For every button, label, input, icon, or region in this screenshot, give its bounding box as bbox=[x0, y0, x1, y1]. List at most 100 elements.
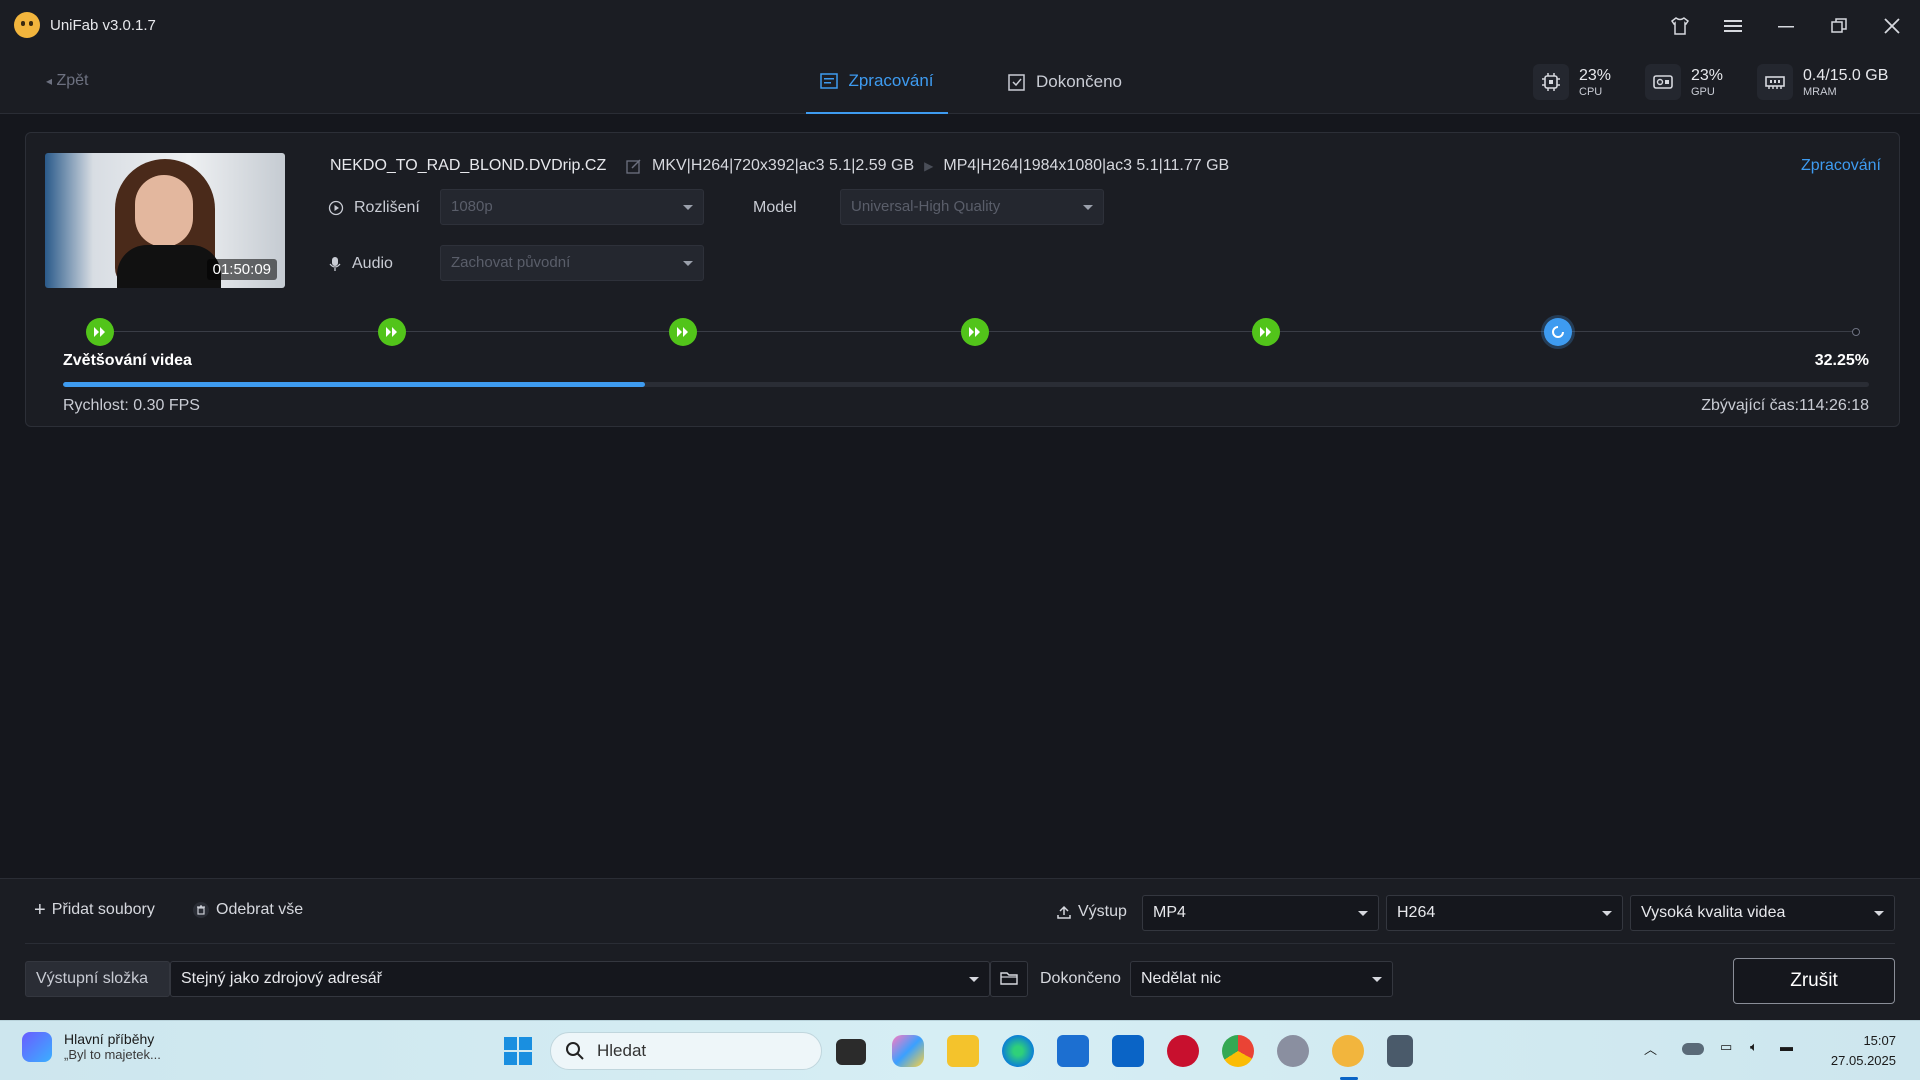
video-thumbnail[interactable]: 01:50:09 bbox=[45, 153, 285, 288]
cpu-label: CPU bbox=[1579, 86, 1603, 98]
on-complete-label: Dokončeno bbox=[1040, 970, 1121, 987]
remove-all-button[interactable]: Odebrat vše bbox=[192, 901, 303, 919]
file-explorer-icon[interactable] bbox=[947, 1035, 979, 1067]
windows-start-icon[interactable] bbox=[502, 1035, 534, 1067]
title-bar: UniFab v3.0.1.7 bbox=[0, 0, 1920, 50]
model-label: Model bbox=[753, 199, 797, 216]
news-subtitle: „Byl to majetek... bbox=[64, 1047, 161, 1062]
onedrive-icon[interactable] bbox=[1682, 1043, 1704, 1055]
mram-stat: 0.4/15.0 GB MRAM bbox=[1757, 60, 1888, 104]
step-complete-icon bbox=[1252, 318, 1280, 346]
calculator-icon[interactable] bbox=[1387, 1035, 1413, 1067]
trash-icon bbox=[193, 902, 209, 918]
speed-text: Rychlost: 0.30 FPS bbox=[63, 397, 200, 414]
edge-icon[interactable] bbox=[1002, 1035, 1034, 1067]
news-widget[interactable]: Hlavní příběhy „Byl to majetek... bbox=[22, 1031, 161, 1062]
output-folder-select[interactable]: Stejný jako zdrojový adresář bbox=[170, 961, 990, 997]
remaining-time: Zbývající čas:114:26:18 bbox=[1701, 397, 1869, 414]
tab-completed-label: Dokončeno bbox=[1036, 72, 1123, 91]
output-folder-value: Stejný jako zdrojový adresář bbox=[181, 970, 382, 987]
model-value: Universal-High Quality bbox=[851, 198, 1001, 215]
output-folder-label: Výstupní složka bbox=[25, 961, 170, 997]
chevron-down-icon bbox=[1358, 911, 1368, 916]
output-codec-value: H264 bbox=[1397, 904, 1436, 921]
volume-icon[interactable]: 🔈︎ bbox=[1750, 1039, 1758, 1055]
chevron-down-icon bbox=[1602, 911, 1612, 916]
app-gear-icon[interactable] bbox=[1277, 1035, 1309, 1067]
chevron-down-icon bbox=[683, 205, 693, 210]
output-format-select[interactable]: MP4 bbox=[1142, 895, 1379, 931]
remove-all-label: Odebrat vše bbox=[216, 901, 304, 918]
progress-percent: 32.25% bbox=[1814, 352, 1869, 369]
chevron-up-icon[interactable]: ︿ bbox=[1644, 1039, 1657, 1058]
menu-icon[interactable] bbox=[1717, 10, 1749, 42]
taskbar-search[interactable]: Hledat bbox=[550, 1032, 822, 1070]
mram-value: 0.4/15.0 GB bbox=[1803, 67, 1889, 84]
windows-taskbar: Hlavní příběhy „Byl to majetek... Hledat… bbox=[0, 1020, 1920, 1080]
tshirt-icon[interactable] bbox=[1664, 10, 1696, 42]
news-title: Hlavní příběhy bbox=[64, 1031, 155, 1047]
cpu-stat: 23% CPU bbox=[1533, 60, 1611, 104]
step-pending-icon bbox=[1852, 328, 1860, 336]
thumbnail-body bbox=[117, 245, 221, 288]
file-name: NEKDO_TO_RAD_BLOND.DVDrip.CZ bbox=[330, 157, 607, 174]
chrome-icon[interactable] bbox=[1222, 1035, 1254, 1067]
unifab-logo-icon bbox=[14, 12, 40, 38]
checkbox-icon bbox=[1008, 74, 1025, 91]
news-icon bbox=[22, 1031, 52, 1062]
play-circle-icon bbox=[328, 200, 344, 216]
battery-icon[interactable]: ▬ bbox=[1780, 1039, 1793, 1054]
resolution-select[interactable]: 1080p bbox=[440, 189, 704, 225]
search-icon bbox=[566, 1042, 584, 1060]
arrow-right-icon: ▶ bbox=[924, 159, 934, 173]
on-complete-select[interactable]: Nedělat nic bbox=[1130, 961, 1393, 997]
chevron-down-icon bbox=[1874, 911, 1884, 916]
step-in-progress-icon bbox=[1544, 318, 1572, 346]
chevron-down-icon bbox=[1083, 205, 1093, 210]
system-clock[interactable]: 15:07 27.05.2025 bbox=[1831, 1031, 1896, 1071]
resolution-label: Rozlišení bbox=[354, 199, 420, 216]
chevron-down-icon bbox=[1372, 977, 1382, 982]
copilot-icon[interactable] bbox=[892, 1035, 924, 1067]
audio-select[interactable]: Zachovat původní bbox=[440, 245, 704, 281]
unifab-taskbar-icon[interactable] bbox=[1332, 1035, 1364, 1067]
step-complete-icon bbox=[961, 318, 989, 346]
output-quality-select[interactable]: Vysoká kvalita videa bbox=[1630, 895, 1895, 931]
memory-icon bbox=[1757, 64, 1793, 100]
edit-icon[interactable] bbox=[626, 158, 642, 174]
output-codec-select[interactable]: H264 bbox=[1386, 895, 1623, 931]
cancel-button[interactable]: Zrušit bbox=[1733, 958, 1895, 1004]
step-complete-icon bbox=[669, 318, 697, 346]
gpu-label: GPU bbox=[1691, 86, 1715, 98]
microphone-icon bbox=[329, 257, 341, 271]
network-icon[interactable]: ▭ bbox=[1720, 1039, 1732, 1055]
target-format: MP4|H264|1984x1080|ac3 5.1|11.77 GB bbox=[943, 157, 1230, 174]
browse-folder-button[interactable] bbox=[990, 961, 1028, 997]
list-icon bbox=[820, 73, 839, 89]
outlook-icon[interactable] bbox=[1112, 1035, 1144, 1067]
store-icon[interactable] bbox=[1057, 1035, 1089, 1067]
minimize-icon[interactable] bbox=[1770, 10, 1802, 42]
gpu-value: 23% bbox=[1691, 67, 1724, 84]
back-button[interactable]: ◂ Zpět bbox=[46, 72, 89, 90]
chevron-left-icon: ◂ bbox=[46, 74, 53, 88]
tab-processing-label: Zpracování bbox=[848, 71, 934, 90]
model-select[interactable]: Universal-High Quality bbox=[840, 189, 1104, 225]
add-files-label: Přidat soubory bbox=[51, 901, 155, 918]
current-stage: Zvětšování videa bbox=[63, 352, 192, 369]
restore-icon[interactable] bbox=[1823, 10, 1855, 42]
task-view-icon[interactable] bbox=[836, 1039, 866, 1065]
chevron-down-icon bbox=[683, 261, 693, 266]
resolution-label-group: Rozlišení bbox=[328, 199, 420, 217]
close-icon[interactable] bbox=[1876, 10, 1908, 42]
video-duration: 01:50:09 bbox=[206, 259, 277, 280]
tab-processing[interactable]: Zpracování bbox=[806, 50, 948, 114]
tab-completed[interactable]: Dokončeno bbox=[1008, 50, 1122, 114]
add-files-button[interactable]: + Přidat soubory bbox=[34, 900, 155, 920]
divider bbox=[25, 943, 1895, 944]
app-red-icon[interactable] bbox=[1167, 1035, 1199, 1067]
cpu-value: 23% bbox=[1579, 67, 1612, 84]
gpu-icon bbox=[1645, 64, 1681, 100]
audio-label: Audio bbox=[352, 255, 393, 272]
output-label: Výstup bbox=[1078, 903, 1127, 920]
